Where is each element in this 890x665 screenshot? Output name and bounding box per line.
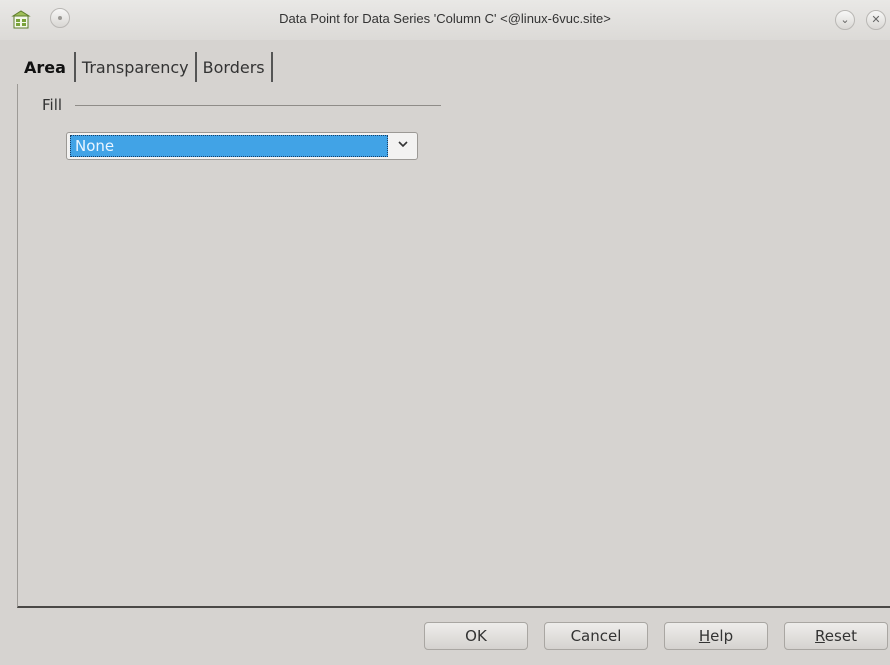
- help-mnemonic: H: [698, 627, 711, 645]
- tab-transparency[interactable]: Transparency: [76, 52, 197, 82]
- ok-button[interactable]: OK: [424, 622, 528, 650]
- fill-type-selected-value: None: [70, 135, 388, 157]
- spreadsheet-app-icon[interactable]: [11, 8, 31, 30]
- tab-area[interactable]: Area: [18, 52, 76, 82]
- window-title: Data Point for Data Series 'Column C' <@…: [279, 11, 611, 26]
- chevron-down-icon[interactable]: [395, 138, 411, 154]
- help-label-rest: elp: [710, 627, 734, 645]
- tab-bar: Area Transparency Borders: [18, 52, 273, 84]
- cancel-button[interactable]: Cancel: [544, 622, 648, 650]
- help-button[interactable]: Help: [664, 622, 768, 650]
- chevron-down-icon[interactable]: ⌄: [835, 10, 855, 30]
- reset-label-rest: eset: [824, 627, 857, 645]
- title-bar: Data Point for Data Series 'Column C' <@…: [0, 0, 890, 40]
- fill-group-label: Fill: [42, 96, 63, 114]
- fill-type-dropdown[interactable]: None: [66, 132, 418, 160]
- fill-group-divider: [75, 105, 441, 106]
- reset-mnemonic: R: [815, 627, 825, 645]
- close-icon[interactable]: ✕: [866, 10, 886, 30]
- reset-button[interactable]: Reset: [784, 622, 888, 650]
- minimize-icon[interactable]: [50, 8, 70, 28]
- tab-panel-area: [17, 84, 890, 608]
- tab-borders[interactable]: Borders: [197, 52, 273, 82]
